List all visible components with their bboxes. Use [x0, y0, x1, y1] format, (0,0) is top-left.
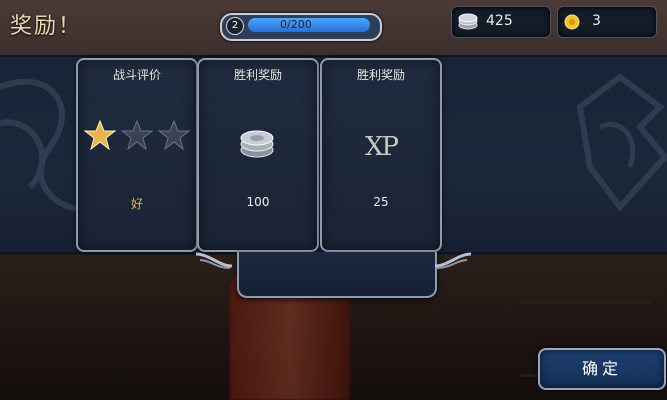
xp-reward-value: 25 — [373, 195, 389, 209]
card-title: 胜利奖励 — [233, 68, 282, 82]
silver-amount: 425 — [486, 13, 513, 29]
star-icon-empty — [120, 119, 154, 151]
silver-coin-icon — [458, 13, 478, 30]
confirm-button[interactable]: 确定 — [538, 348, 666, 390]
silver-reward-value: 100 — [246, 195, 270, 209]
wolf-head-ornament — [576, 73, 667, 212]
rating-stars — [83, 119, 191, 151]
xp-reward-card: 胜利奖励 XP 25 — [320, 58, 442, 252]
gold-coin-icon — [564, 14, 580, 30]
gold-amount: 3 — [592, 13, 601, 29]
silver-coins-icon — [240, 130, 274, 158]
star-icon-filled — [83, 119, 117, 151]
silver-reward-card: 胜利奖励 100 — [197, 58, 319, 252]
ornament-right-icon — [434, 252, 472, 269]
xp-progress-bar: 2 0/200 — [220, 13, 382, 41]
bottom-tab-frame — [237, 252, 437, 298]
level-badge: 2 — [226, 17, 244, 35]
rating-value: 好 — [130, 197, 143, 211]
ornament-left-icon — [195, 252, 233, 269]
card-title: 胜利奖励 — [356, 68, 405, 82]
battle-rating-card: 战斗评价 好 — [76, 58, 198, 252]
star-icon-empty — [157, 119, 191, 151]
silver-currency[interactable]: 425 — [451, 6, 551, 38]
reward-title: 奖励！ — [10, 14, 83, 39]
xp-progress-text: 0/200 — [280, 18, 312, 31]
xp-icon: XP — [364, 132, 399, 162]
gold-currency[interactable]: 3 — [557, 6, 657, 38]
card-title: 战斗评价 — [112, 68, 161, 82]
